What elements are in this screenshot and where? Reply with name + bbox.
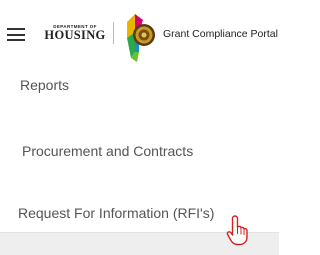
- app-header: DEPARTMENT OF HOUSING Grant Compliance P…: [0, 0, 279, 62]
- hamburger-menu-icon[interactable]: [7, 28, 25, 41]
- pointer-hand-cursor-icon: [226, 215, 248, 246]
- portal-title: Grant Compliance Portal: [163, 28, 278, 40]
- department-logo: DEPARTMENT OF HOUSING: [41, 24, 109, 42]
- menu-item-request-for-information[interactable]: Request For Information (RFI's): [18, 205, 297, 221]
- state-seal-logo: [127, 14, 155, 62]
- menu-item-procurement-and-contracts[interactable]: Procurement and Contracts: [22, 143, 301, 159]
- logo-divider: [113, 22, 114, 44]
- department-logo-name: HOUSING: [44, 28, 106, 42]
- menu-item-reports[interactable]: Reports: [20, 77, 299, 93]
